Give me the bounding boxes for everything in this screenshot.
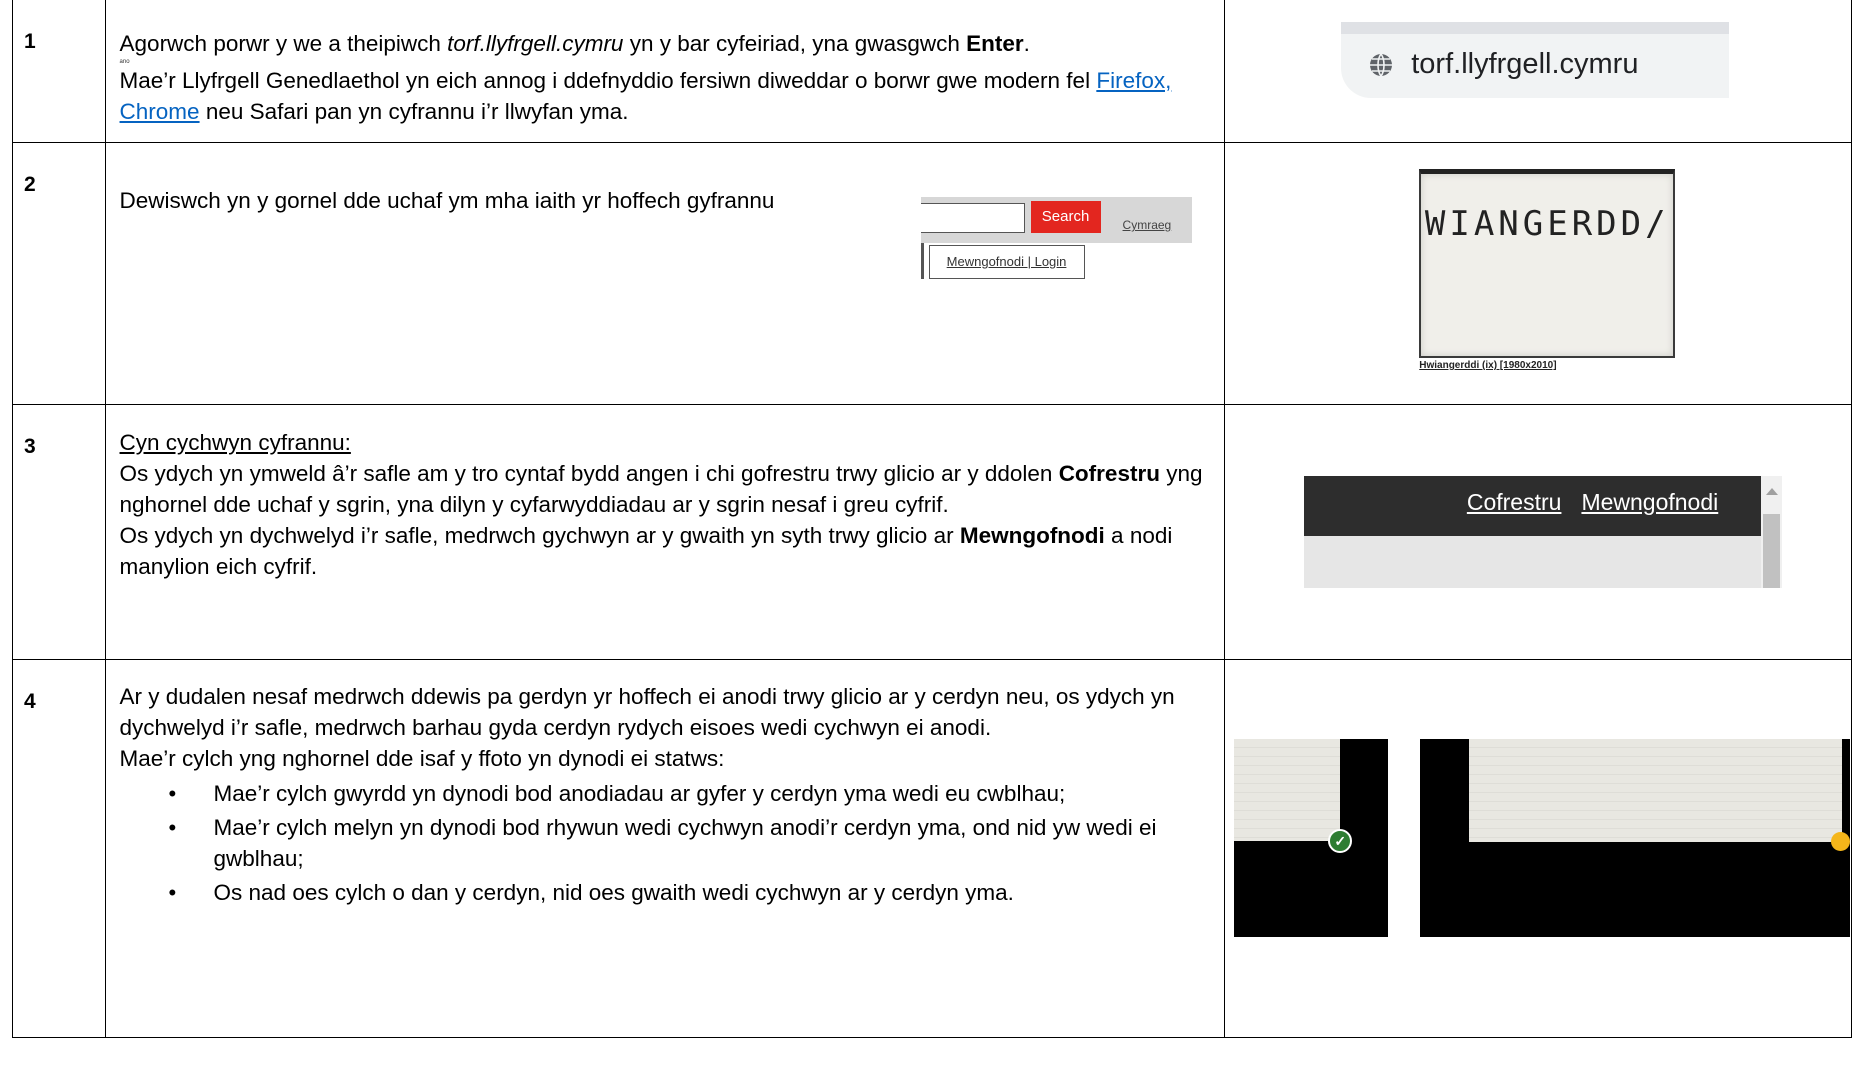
card-thumbnail: WIANGERDD/ (1419, 169, 1676, 358)
status-list: Mae’r cylch gwyrdd yn dynodi bod anodiad… (120, 778, 1211, 908)
step-3-register-text: Os ydych yn ymweld â’r safle am y tro cy… (120, 458, 1211, 520)
login-link: Mewngofnodi (1581, 489, 1719, 515)
step-image-cell: ✓ (1224, 659, 1852, 1038)
browser-tabstrip (1341, 22, 1730, 34)
step-2-instruction: Dewiswch yn y gornel dde uchaf ym mha ia… (119, 188, 775, 213)
text-fragment: yn y bar cyfeiriad, yna gwasgwch (623, 31, 967, 56)
text-fragment: Os ydych yn dychwelyd i’r safle, medrwch… (119, 523, 960, 548)
step-number: 2 (12, 142, 106, 405)
chrome-link[interactable]: Chrome (120, 99, 200, 124)
list-item: Mae’r cylch gwyrdd yn dynodi bod anodiad… (169, 778, 1211, 809)
list-item: Os nad oes cylch o dan y cerdyn, nid oes… (169, 877, 1211, 908)
card-thumbnail-in-progress (1420, 739, 1851, 937)
login-button-label: Mewngofnodi | Login (946, 254, 1067, 269)
step-number: 1 (12, 0, 106, 143)
card-paper (1469, 739, 1843, 842)
step-row-4: 4 Ar y dudalen nesaf medrwch ddewis pa g… (12, 659, 1852, 1038)
login-bold: Mewngofnodi (959, 523, 1105, 548)
card-thumbnail-complete: ✓ (1234, 739, 1389, 937)
text-fragment: neu Safari pan yn cyfrannu i’r llwyfan y… (199, 99, 629, 124)
step-4-para2: Mae’r cylch yng nghornel dde isaf y ffot… (119, 746, 725, 771)
divider (920, 243, 924, 279)
list-item: Mae’r cylch melyn yn dynodi bod rhywun w… (169, 812, 1211, 874)
nav-bar: Cofrestru Mewngofnodi (1304, 476, 1762, 536)
step-image-cell: WIANGERDD/ Hwiangerddi (ix) [1980x2010] (1224, 142, 1852, 405)
login-button: Mewngofnodi | Login (928, 245, 1085, 279)
language-link: Cymraeg (1122, 218, 1172, 232)
scroll-up-icon (1766, 488, 1779, 495)
scrollbar-thumb (1763, 514, 1781, 588)
card-paper (1234, 739, 1341, 841)
green-status-icon: ✓ (1328, 829, 1353, 853)
header-screenshot: Search Cymraeg Mewngofnodi | Login (920, 197, 1192, 294)
search-button: Search (1030, 201, 1101, 233)
yellow-status-icon (1831, 832, 1851, 851)
scrollbar (1761, 476, 1783, 588)
text-fragment: Mae’r Llyfrgell Genedlaethol yn eich ann… (119, 68, 1097, 93)
step-image-cell: Cofrestru Mewngofnodi (1224, 404, 1852, 660)
step-number: 4 (12, 659, 106, 1038)
enter-key-text: Enter (966, 31, 1024, 56)
step-row-2: 2 Dewiswch yn y gornel dde uchaf ym mha … (12, 142, 1852, 405)
globe-icon (1370, 53, 1393, 77)
nav-links: Cofrestru Mewngofnodi (1447, 489, 1718, 516)
browser-recommendation: Mae’r Llyfrgell Genedlaethol yn eich ann… (120, 65, 1211, 127)
url-text: torf.llyfrgell.cymru (447, 31, 624, 56)
card-caption: Hwiangerddi (ix) [1980x2010] (1419, 360, 1557, 371)
step-1-instruction: Agorwch porwr y we a theipiwch torf.llyf… (120, 28, 1211, 59)
step-row-3: 3 Cyn cychwyn cyfrannu: Os ydych yn ymwe… (12, 404, 1852, 660)
step-3-login-text: Os ydych yn dychwelyd i’r safle, medrwch… (120, 520, 1211, 582)
address-bar-url: torf.llyfrgell.cymru (1411, 48, 1639, 80)
step-text: Agorwch porwr y we a theipiwch torf.llyf… (104, 0, 1226, 143)
search-input (920, 203, 1025, 233)
heading-text: Cyn cychwyn cyfrannu: (119, 430, 351, 455)
register-bold: Cofrestru (1058, 461, 1160, 486)
nav-screenshot: Cofrestru Mewngofnodi (1304, 476, 1783, 588)
register-link: Cofrestru (1466, 489, 1562, 515)
step-text: Cyn cychwyn cyfrannu: Os ydych yn ymweld… (104, 404, 1226, 660)
step-4-para1: Ar y dudalen nesaf medrwch ddewis pa ger… (119, 684, 1175, 740)
firefox-link[interactable]: Firefox, (1096, 68, 1171, 93)
step-number: 3 (12, 404, 106, 660)
step-row-1: 1 Agorwch porwr y we a theipiwch torf.ll… (12, 0, 1852, 143)
text-fragment: Agorwch porwr y we a theipiwch (119, 31, 448, 56)
text-fragment: Os ydych yn ymweld â’r safle am y tro cy… (119, 461, 1059, 486)
step-image-cell: torf.llyfrgell.cymru (1224, 0, 1852, 143)
text-fragment: . (1023, 31, 1030, 56)
step-text: Dewiswch yn y gornel dde uchaf ym mha ia… (104, 142, 1226, 405)
step-3-heading: Cyn cychwyn cyfrannu: (120, 427, 1211, 458)
browser-address-bar: torf.llyfrgell.cymru (1341, 34, 1730, 98)
step-text: Ar y dudalen nesaf medrwch ddewis pa ger… (104, 659, 1226, 1038)
instructions-table: 1 Agorwch porwr y we a theipiwch torf.ll… (12, 0, 1852, 1038)
login-area: Mewngofnodi | Login (920, 243, 1192, 294)
card-handwriting: WIANGERDD/ (1424, 204, 1670, 244)
